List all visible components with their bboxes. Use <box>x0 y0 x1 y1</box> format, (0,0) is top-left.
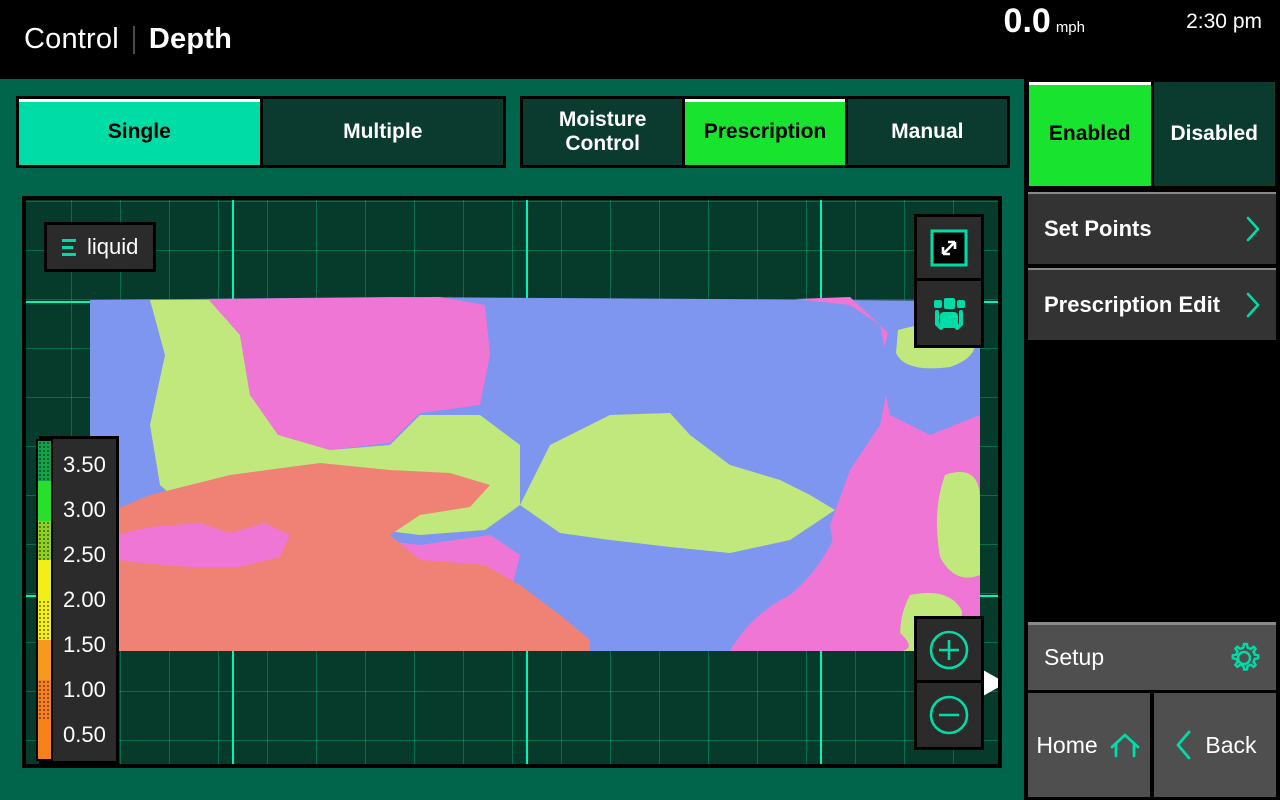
breadcrumb-separator <box>132 25 135 54</box>
map-zoom-controls <box>914 616 984 750</box>
legend-color-scale <box>36 439 53 761</box>
tab-single[interactable]: Single <box>19 99 263 165</box>
plus-circle-icon <box>929 630 969 669</box>
set-points-label: Set Points <box>1044 216 1152 241</box>
breadcrumb: Control Depth <box>24 0 232 79</box>
legend-value: 2.00 <box>63 587 106 612</box>
zone-green-right-lower <box>936 472 980 578</box>
legend-color-segment <box>38 560 51 600</box>
control-mode-tab-group: Moisture Control Prescription Manual <box>520 96 1010 168</box>
home-icon <box>1110 733 1140 758</box>
sidebar-item-prescription-edit[interactable]: Prescription Edit <box>1028 268 1276 340</box>
chevron-left-icon <box>1177 730 1191 760</box>
home-label: Home <box>1036 731 1098 758</box>
right-sidebar: Enabled Disabled Set Points Prescription… <box>1024 79 1280 800</box>
setup-button[interactable]: Setup <box>1028 622 1276 690</box>
chevron-right-icon <box>1246 216 1260 242</box>
disabled-button[interactable]: Disabled <box>1153 82 1275 186</box>
prescription-zones-svg <box>90 297 980 651</box>
map-view-controls <box>914 214 984 348</box>
gear-icon <box>1231 642 1260 671</box>
legend-color-segment <box>38 679 51 720</box>
tractor-icon <box>934 298 965 330</box>
layers-icon <box>62 238 76 256</box>
map-zoom-in-button[interactable] <box>917 619 981 683</box>
breadcrumb-parent: Control <box>24 23 119 55</box>
tab-manual[interactable]: Manual <box>847 99 1007 165</box>
prescription-zone-layer <box>90 295 980 651</box>
application-root: Control Depth 0.0 mph 2:30 pm Single Mul… <box>0 0 1280 800</box>
legend-value: 1.00 <box>63 676 106 702</box>
legend-color-segment <box>38 441 51 481</box>
map-legend: 3.50 3.00 2.50 2.00 1.50 1.00 0.50 <box>36 436 119 764</box>
map-layer-label: liquid <box>87 234 139 259</box>
prescription-edit-label: Prescription Edit <box>1044 292 1221 317</box>
map-layer-selector[interactable]: liquid <box>44 222 157 272</box>
setup-label: Setup <box>1044 644 1105 670</box>
legend-color-segment <box>38 719 51 759</box>
legend-value: 1.50 <box>63 631 106 657</box>
tab-multiple[interactable]: Multiple <box>262 99 503 165</box>
zone-green-blob-a <box>580 469 656 504</box>
sidebar-item-set-points[interactable]: Set Points <box>1028 192 1276 264</box>
page-title: Depth <box>148 23 233 55</box>
zone-green-blob-b <box>675 479 760 514</box>
tab-prescription[interactable]: Prescription <box>685 99 848 165</box>
speed-indicator: 0.0 mph <box>1004 4 1085 38</box>
speed-unit: mph <box>1055 19 1085 36</box>
minus-circle-icon <box>929 695 969 735</box>
legend-value-labels: 3.50 3.00 2.50 2.00 1.50 1.00 0.50 <box>59 439 116 761</box>
map-zoom-out-button[interactable] <box>917 683 981 747</box>
back-label: Back <box>1205 731 1257 758</box>
chevron-right-icon <box>1246 292 1260 318</box>
legend-color-segment <box>38 600 51 640</box>
legend-value: 3.00 <box>63 497 106 523</box>
enable-toggle-group: Enabled Disabled <box>1026 79 1278 189</box>
legend-color-segment <box>38 480 51 521</box>
navigation-buttons: Home Back <box>1028 693 1276 797</box>
mode-tab-group: Single Multiple <box>16 96 506 168</box>
top-status-bar: Control Depth 0.0 mph 2:30 pm <box>0 0 1280 79</box>
legend-color-segment <box>38 639 51 680</box>
enabled-button[interactable]: Enabled <box>1029 82 1154 186</box>
field-map-panel[interactable]: liquid 3.50 3.00 2.50 2.00 1.50 1.00 0.5… <box>22 196 1002 768</box>
legend-value: 2.50 <box>63 542 106 568</box>
clock: 2:30 pm <box>1186 10 1262 33</box>
map-center-vehicle-button[interactable] <box>917 281 981 345</box>
legend-value: 0.50 <box>63 721 106 747</box>
tab-moisture-control[interactable]: Moisture Control <box>523 99 686 165</box>
speed-value: 0.0 <box>1003 2 1051 40</box>
legend-color-segment <box>38 520 51 561</box>
legend-value: 3.50 <box>63 452 106 478</box>
back-button[interactable]: Back <box>1154 693 1276 797</box>
map-fullscreen-button[interactable] <box>917 217 981 281</box>
expand-arrows-icon <box>930 229 968 266</box>
home-button[interactable]: Home <box>1028 693 1150 797</box>
